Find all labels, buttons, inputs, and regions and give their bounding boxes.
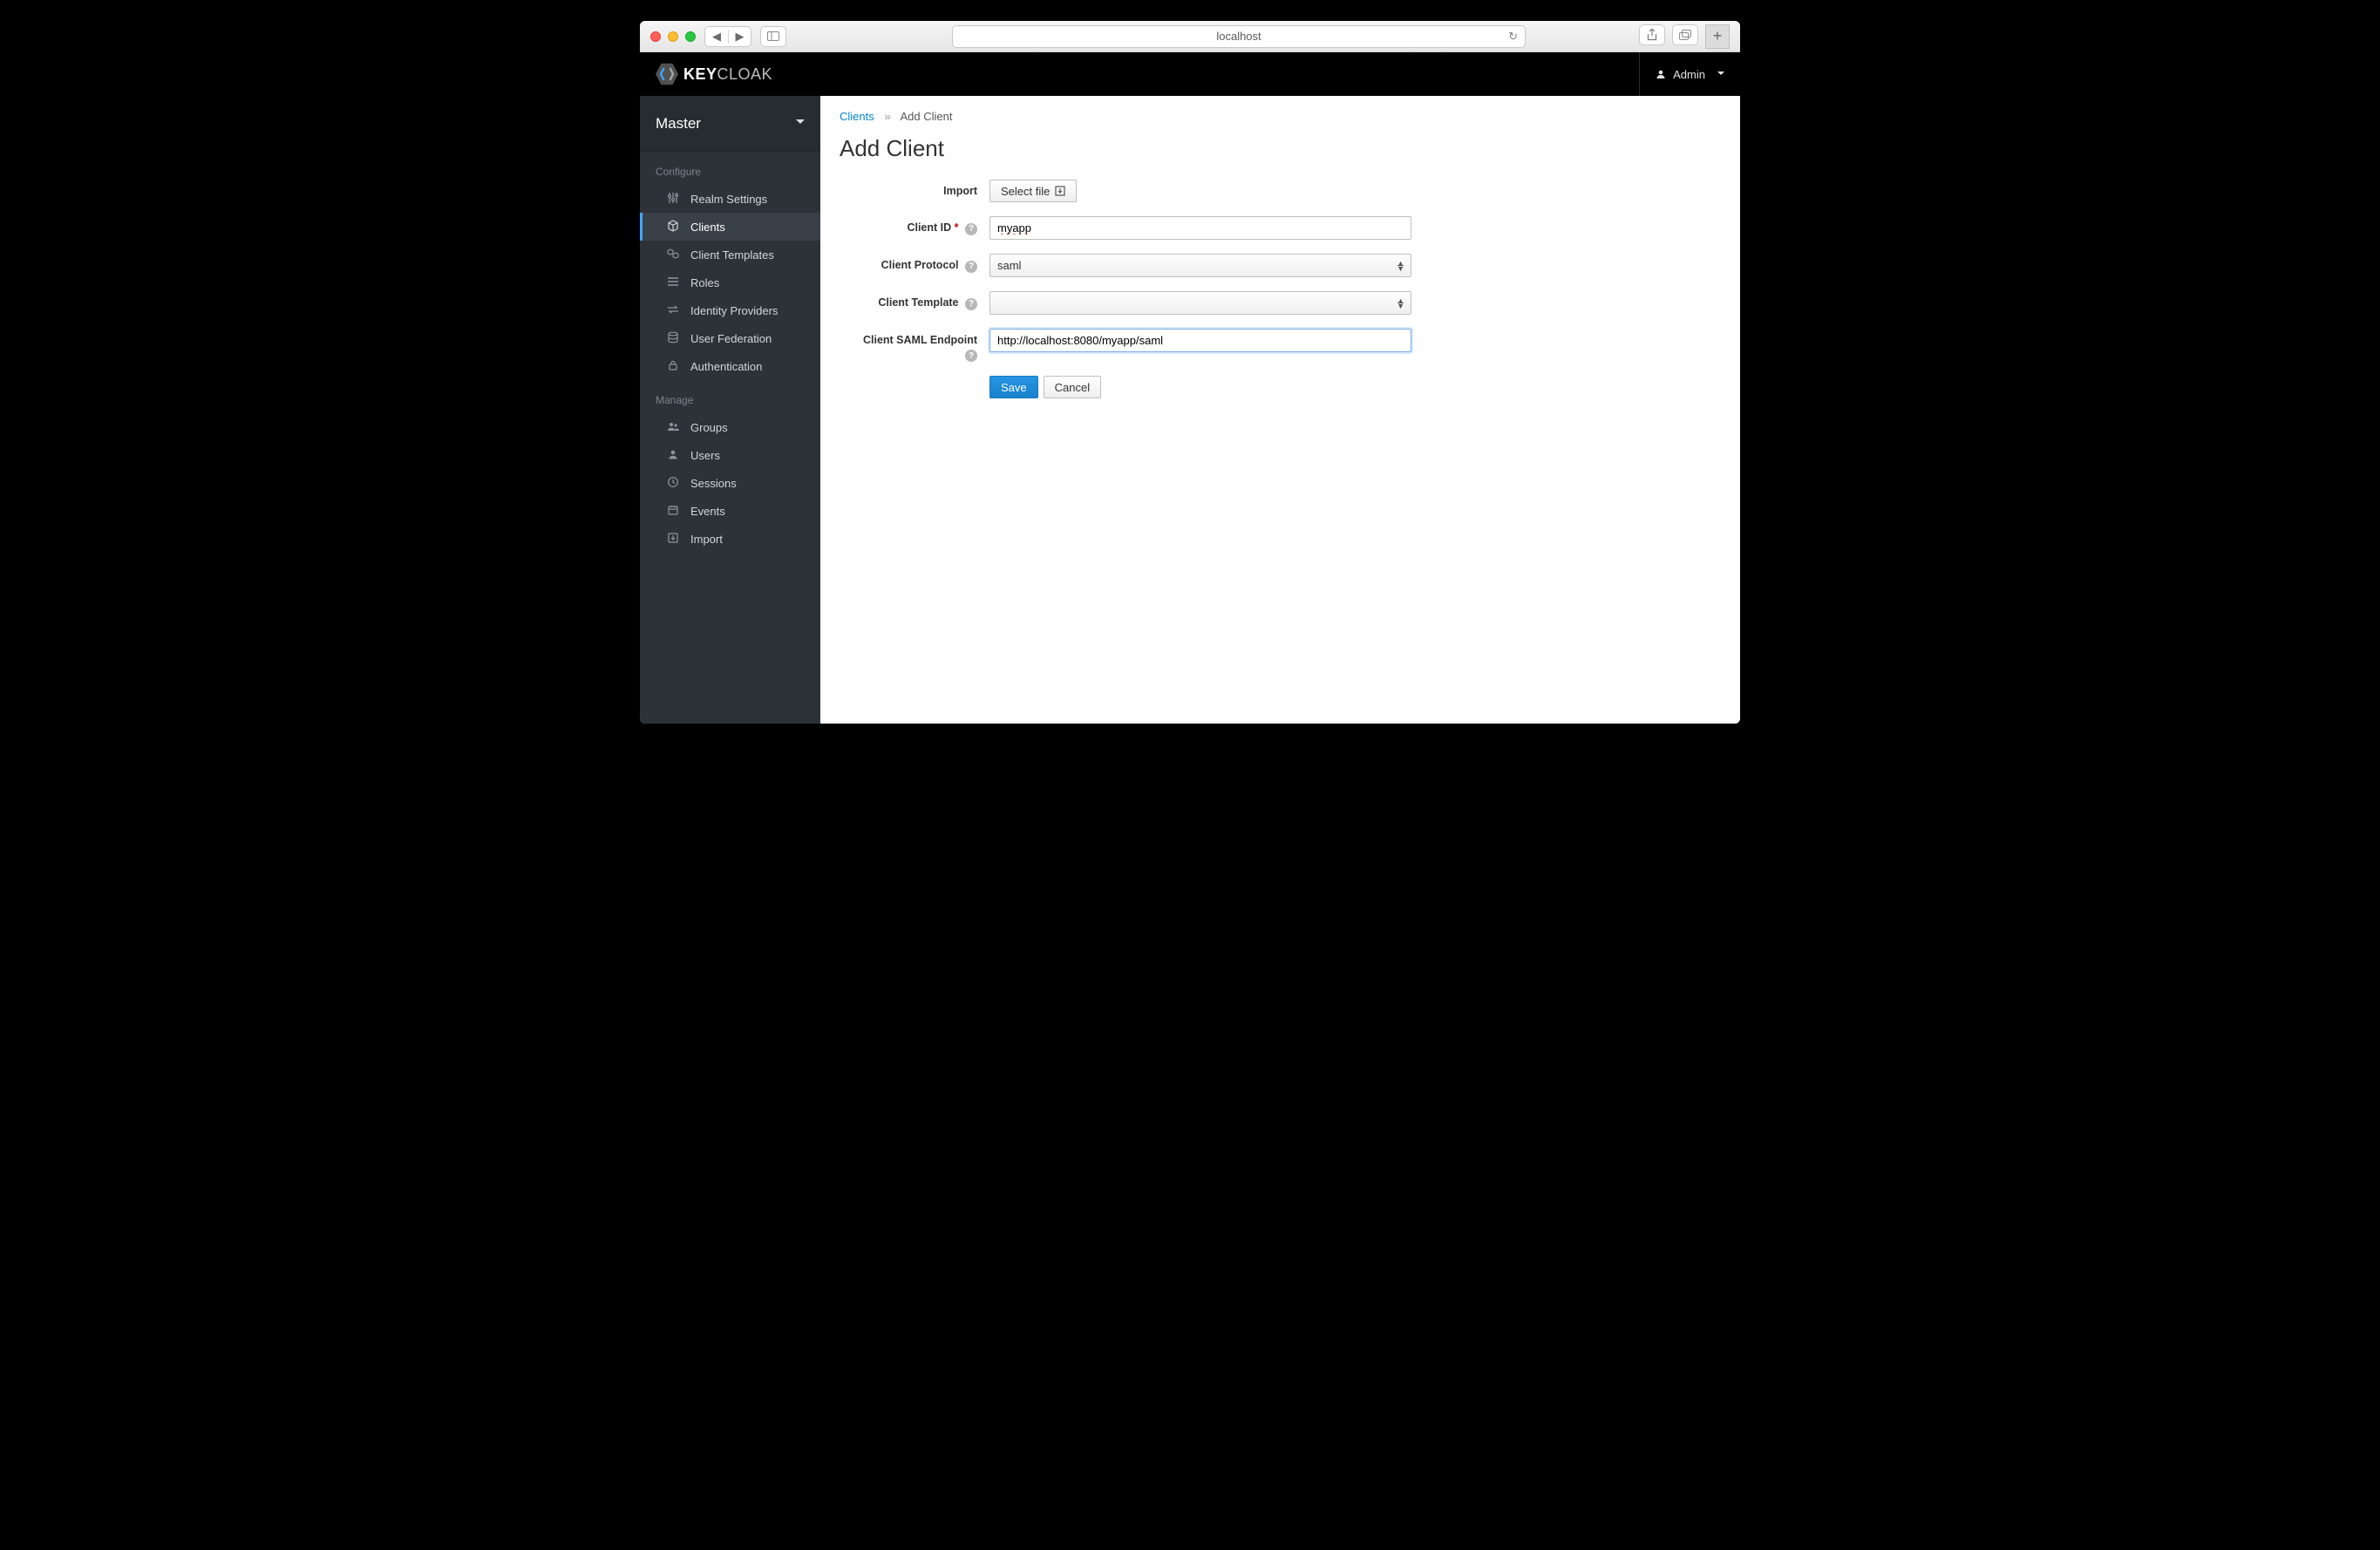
select-value: saml — [997, 259, 1021, 272]
clock-icon — [666, 476, 680, 491]
sidebar-item-user-federation[interactable]: User Federation — [640, 324, 820, 352]
chevron-down-icon — [1712, 68, 1724, 81]
sidebar-item-label: Users — [690, 449, 720, 462]
section-label-configure: Configure — [640, 152, 820, 185]
breadcrumb-separator: » — [884, 110, 890, 123]
main-content: Clients » Add Client Add Client Import S… — [820, 96, 1740, 724]
url-bar[interactable]: localhost ↻ — [952, 25, 1526, 48]
sidebar-toggle-icon[interactable] — [760, 26, 786, 47]
breadcrumb-current: Add Client — [901, 110, 953, 123]
app-header: KEYCLOAK Admin — [640, 52, 1740, 96]
new-tab-button[interactable]: + — [1705, 24, 1730, 49]
sidebar-item-events[interactable]: Events — [640, 497, 820, 525]
client-id-input[interactable] — [989, 216, 1411, 240]
client-protocol-select[interactable]: saml ▲▼ — [989, 254, 1411, 277]
reload-icon[interactable]: ↻ — [1508, 30, 1518, 44]
logo-icon — [656, 63, 678, 85]
sidebar-item-users[interactable]: Users — [640, 441, 820, 469]
sidebar-item-identity-providers[interactable]: Identity Providers — [640, 296, 820, 324]
chevron-updown-icon: ▲▼ — [1397, 298, 1404, 309]
help-icon[interactable]: ? — [965, 350, 977, 362]
save-button[interactable]: Save — [989, 376, 1038, 398]
select-file-button[interactable]: Select file — [989, 180, 1077, 202]
help-icon[interactable]: ? — [965, 261, 977, 273]
sidebar-item-label: Identity Providers — [690, 304, 778, 317]
user-icon — [666, 448, 680, 463]
sidebar-item-label: User Federation — [690, 332, 772, 345]
logo-text: KEYCLOAK — [683, 65, 772, 84]
tabs-icon[interactable] — [1672, 24, 1698, 45]
sidebar-item-realm-settings[interactable]: Realm Settings — [640, 185, 820, 213]
sidebar-item-authentication[interactable]: Authentication — [640, 352, 820, 380]
sidebar-item-client-templates[interactable]: Client Templates — [640, 241, 820, 269]
sliders-icon — [666, 192, 680, 207]
label-client-id: Client ID — [907, 221, 951, 234]
sidebar-item-label: Client Templates — [690, 248, 774, 262]
label-client-protocol: Client Protocol — [881, 259, 959, 271]
user-icon — [1656, 69, 1666, 79]
page-title: Add Client — [840, 135, 1721, 162]
realm-selector[interactable]: Master — [640, 96, 820, 152]
realm-name: Master — [656, 115, 701, 133]
cancel-button[interactable]: Cancel — [1044, 376, 1101, 398]
app-logo[interactable]: KEYCLOAK — [656, 63, 772, 85]
sidebar-item-import[interactable]: Import — [640, 525, 820, 553]
sidebar-item-label: Groups — [690, 421, 728, 434]
required-marker: * — [955, 221, 959, 234]
client-template-select[interactable]: ▲▼ — [989, 291, 1411, 315]
sidebar-item-label: Events — [690, 505, 725, 518]
sidebar-item-label: Realm Settings — [690, 193, 767, 206]
close-window-icon[interactable] — [650, 31, 661, 42]
label-import: Import — [840, 180, 989, 197]
minimize-window-icon[interactable] — [668, 31, 678, 42]
sidebar-item-label: Roles — [690, 276, 719, 289]
nav-forward-icon[interactable]: ▶ — [728, 30, 751, 44]
label-client-template: Client Template — [878, 296, 958, 309]
users-icon — [666, 420, 680, 435]
breadcrumb: Clients » Add Client — [840, 110, 1721, 123]
user-label: Admin — [1673, 68, 1705, 81]
database-icon — [666, 331, 680, 346]
sidebar-item-label: Authentication — [690, 360, 762, 373]
saml-endpoint-input[interactable] — [989, 329, 1411, 352]
calendar-icon — [666, 504, 680, 519]
sidebar-item-sessions[interactable]: Sessions — [640, 469, 820, 497]
lock-icon — [666, 359, 680, 374]
import-icon — [1055, 186, 1065, 196]
breadcrumb-link-clients[interactable]: Clients — [840, 110, 874, 123]
sidebar-item-label: Clients — [690, 221, 725, 234]
chevron-down-icon — [796, 115, 805, 133]
sidebar-item-clients[interactable]: Clients — [640, 213, 820, 241]
sidebar: Master Configure Realm Settings Clients — [640, 96, 820, 724]
nav-back-forward[interactable]: ◀ ▶ — [704, 26, 751, 47]
sidebar-item-groups[interactable]: Groups — [640, 413, 820, 441]
list-icon — [666, 275, 680, 290]
cubes-icon — [666, 248, 680, 262]
section-label-manage: Manage — [640, 380, 820, 413]
cube-icon — [666, 220, 680, 235]
exchange-icon — [666, 303, 680, 318]
help-icon[interactable]: ? — [965, 223, 977, 235]
window-controls — [650, 31, 696, 42]
help-icon[interactable]: ? — [965, 298, 977, 310]
chevron-updown-icon: ▲▼ — [1397, 261, 1404, 271]
browser-titlebar: ◀ ▶ localhost ↻ + — [640, 21, 1740, 52]
url-host: localhost — [1216, 30, 1261, 43]
sidebar-item-roles[interactable]: Roles — [640, 269, 820, 296]
import-icon — [666, 532, 680, 547]
browser-window: ◀ ▶ localhost ↻ + KEYCLOAK — [640, 21, 1740, 724]
label-saml-endpoint: Client SAML Endpoint — [863, 334, 977, 346]
sidebar-item-label: Sessions — [690, 477, 737, 490]
user-menu[interactable]: Admin — [1639, 52, 1724, 96]
share-icon[interactable] — [1639, 24, 1665, 45]
nav-back-icon[interactable]: ◀ — [705, 30, 728, 44]
sidebar-item-label: Import — [690, 533, 723, 546]
zoom-window-icon[interactable] — [685, 31, 696, 42]
